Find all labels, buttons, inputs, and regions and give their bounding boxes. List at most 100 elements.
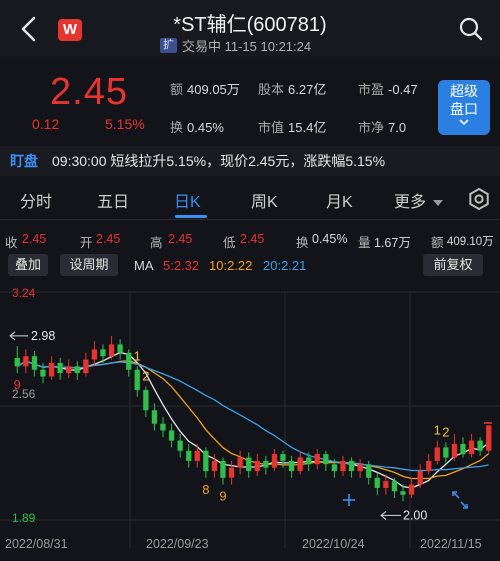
candle — [314, 449, 320, 470]
tab-five-day[interactable]: 五日 — [97, 188, 129, 212]
tab-more[interactable]: 更多 — [394, 188, 444, 212]
candle-body — [434, 447, 440, 461]
watch-message: 09:30:00 短线拉升5.15%，现价2.45元，涨跌幅5.15% — [52, 153, 386, 169]
fullscreen-expand-icon[interactable] — [452, 491, 468, 509]
candle-body — [366, 464, 372, 478]
candle-body — [374, 477, 380, 488]
expand-badge[interactable]: 扩 — [160, 38, 177, 53]
tab-monthly-k[interactable]: 月K — [326, 188, 353, 212]
candle — [366, 460, 372, 485]
candle-body — [40, 369, 46, 377]
tab-weekly-k[interactable]: 周K — [251, 188, 278, 212]
candle-body — [100, 349, 106, 357]
candle — [126, 349, 132, 377]
candle — [228, 460, 235, 485]
candle-body — [186, 450, 192, 461]
low-value: 2.45 — [240, 232, 265, 246]
candle — [486, 425, 492, 455]
candle — [108, 335, 115, 360]
tab-daily-k[interactable]: 日K — [174, 188, 201, 212]
super-orderbook-button[interactable]: 超级 盘口 — [438, 80, 490, 135]
candle-body — [314, 454, 320, 465]
settings-gear-icon[interactable] — [466, 186, 492, 212]
candle-body — [348, 460, 355, 471]
x-axis-label: 2022/09/23 — [146, 537, 209, 551]
candle — [203, 447, 209, 478]
candle-body — [23, 356, 29, 367]
low-marker-label: 2.00 — [403, 508, 427, 522]
candle-body — [151, 410, 158, 424]
candle-body — [357, 464, 363, 472]
candles — [14, 335, 492, 502]
daily-k-chart[interactable]: 3.242.561.892022/08/31 2022/09/23 2022/10/… — [0, 280, 500, 561]
capital-stat: 股本 6.27亿 — [258, 82, 327, 97]
candle-body — [108, 344, 115, 357]
x-axis-label: 2022/10/24 — [302, 537, 365, 551]
ma10-line — [16, 360, 490, 480]
turnover-value: 0.45% — [312, 232, 348, 246]
candle — [288, 455, 295, 478]
candle — [177, 433, 183, 458]
candle — [246, 452, 252, 478]
candle-body — [74, 366, 80, 374]
open-value: 2.45 — [96, 232, 121, 246]
candle-body — [391, 481, 398, 492]
candle-body — [48, 362, 55, 377]
candle-body — [288, 460, 295, 471]
back-arrow-icon[interactable] — [18, 14, 40, 44]
pb-stat: 市净 7.0 — [358, 120, 407, 135]
x-axis-label: 2022/08/31 — [5, 537, 68, 551]
amount-stat: 额 409.05万 — [170, 82, 240, 97]
chart-labels: 3.242.561.892022/08/31 2022/09/23 2022/10/… — [5, 286, 492, 551]
watch-tag: 盯盘 — [10, 153, 38, 169]
close-value: 2.45 — [22, 232, 47, 246]
trading-status: 扩 交易中 11-15 10:21:24 — [160, 36, 311, 55]
candle-body — [331, 464, 338, 472]
candle — [451, 433, 458, 461]
candle — [434, 440, 440, 465]
quote-panel: 2.45 0.12 5.15% 额 409.05万 股本 6.27亿 市盈 -0.47… — [0, 58, 500, 146]
candle-body — [14, 357, 20, 367]
app-logo-icon[interactable]: W — [58, 19, 82, 41]
chart-toolbar: 叠加 设周期 MA 5:2.32 10:2.22 20:2.21 前复权 — [0, 252, 500, 278]
overlay-button[interactable]: 叠加 — [8, 254, 48, 276]
candle-body — [408, 484, 415, 495]
candle — [263, 455, 269, 475]
candle — [168, 423, 175, 448]
candle-body — [340, 460, 346, 471]
current-price: 2.45 — [50, 71, 128, 113]
market-cap-stat: 市值 15.4亿 — [258, 120, 327, 135]
top-nav-bar: W *ST辅仁(600781) 扩 交易中 11-15 10:21:24 — [0, 0, 500, 58]
candle — [297, 450, 303, 475]
candle — [143, 386, 149, 417]
search-icon[interactable] — [458, 16, 484, 42]
turnover-stat: 换 0.45% — [170, 120, 224, 135]
signal-number: 2 — [442, 424, 449, 439]
add-indicator-icon[interactable] — [343, 494, 355, 506]
candle — [74, 361, 80, 380]
adjust-button[interactable]: 前复权 — [423, 254, 483, 276]
candle — [477, 437, 483, 456]
candle — [23, 349, 29, 374]
candle-body — [211, 460, 218, 471]
candle-body — [323, 454, 329, 465]
ma5-value: 5:2.32 — [163, 258, 200, 273]
tab-intraday[interactable]: 分时 — [20, 188, 52, 212]
candle-body — [254, 460, 260, 471]
watch-alert-bar[interactable]: 盯盘 09:30:00 短线拉升5.15%，现价2.45元，涨跌幅5.15% — [0, 146, 500, 176]
candle-body — [280, 454, 286, 461]
y-label-top: 3.24 — [12, 286, 36, 300]
signal-number: 2 — [142, 369, 149, 384]
ohlc-row: 收 2.45 开 2.45 高 2.45 低 2.45 换 0.45% 量 1.… — [5, 232, 494, 250]
volume-value: 1.67万 — [374, 236, 411, 250]
candle — [151, 403, 158, 431]
pe-stat: 市盈 -0.47 — [358, 82, 418, 97]
candle — [14, 346, 20, 374]
candle — [340, 455, 346, 477]
candle — [160, 416, 166, 438]
candle — [468, 433, 475, 458]
set-period-button[interactable]: 设周期 — [60, 254, 118, 276]
ma-label: MA — [134, 258, 154, 273]
candle-body — [400, 491, 406, 495]
candle-body — [66, 366, 72, 374]
